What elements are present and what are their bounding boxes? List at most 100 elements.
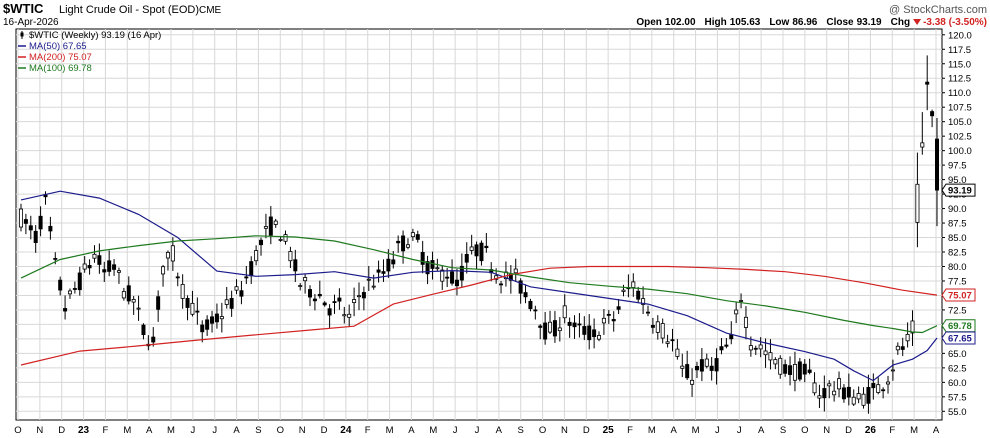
candle-body-down xyxy=(582,326,587,335)
candle-body-down xyxy=(567,321,572,326)
candle-body-down xyxy=(175,276,180,279)
candle-body-up xyxy=(812,382,817,394)
candle-body-up xyxy=(273,220,278,225)
candle-body-up xyxy=(631,281,636,288)
chart-frame: $WTIC Light Crude Oil - Spot (EOD) CME 16-A… xyxy=(0,0,990,438)
y-tick-label: 62.5 xyxy=(948,363,967,374)
candle-body-up xyxy=(288,251,293,262)
candle-body-up xyxy=(67,290,72,295)
x-tick-label: D xyxy=(321,425,328,436)
candle-body-up xyxy=(856,393,861,400)
candle-body-down xyxy=(420,252,425,265)
y-tick-label: 77.5 xyxy=(948,276,967,287)
candle-body-up xyxy=(817,395,822,399)
x-tick-label: F xyxy=(889,425,895,436)
candle-body-down xyxy=(430,260,435,269)
candle-body-down xyxy=(126,285,131,302)
y-tick-label: 85.0 xyxy=(948,233,967,244)
candle-body-up xyxy=(170,245,175,262)
candle-body-down xyxy=(97,255,102,265)
y-tick-label: 105.0 xyxy=(948,117,972,128)
candle-body-up xyxy=(920,142,925,148)
x-tick-label: A xyxy=(758,425,765,436)
candle-body-down xyxy=(327,308,332,316)
x-tick-label: A xyxy=(408,425,415,436)
candle-body-up xyxy=(513,268,518,274)
candle-body-up xyxy=(405,244,410,248)
y-tick-label: 90.0 xyxy=(948,204,967,215)
candle-body-up xyxy=(773,359,778,365)
x-tick-label: A xyxy=(933,425,940,436)
candle-body-down xyxy=(112,264,117,270)
candle-body-down xyxy=(200,324,205,333)
x-tick-label: J xyxy=(475,425,480,436)
candle-body-down xyxy=(925,81,930,85)
x-tick-label: M xyxy=(386,425,394,436)
candle-body-down xyxy=(268,216,273,236)
candle-body-up xyxy=(440,269,445,282)
candle-body-down xyxy=(729,334,734,340)
x-tick-label: O xyxy=(14,425,21,436)
ohlc-close-value: 93.19 xyxy=(857,17,882,28)
legend-candle-body xyxy=(20,32,24,37)
candle-body-up xyxy=(758,344,763,350)
candle-body-down xyxy=(479,242,484,262)
candle-body-up xyxy=(597,335,602,340)
candle-body-down xyxy=(788,365,793,375)
x-tick-label: S xyxy=(518,425,524,436)
y-tick-label: 117.5 xyxy=(948,45,971,56)
candle-body-down xyxy=(401,235,406,252)
candle-body-up xyxy=(410,232,415,238)
candle-body-down xyxy=(753,347,758,350)
y-tick-label: 107.5 xyxy=(948,103,972,114)
candle-body-down xyxy=(396,240,401,244)
candle-body-up xyxy=(768,352,773,361)
candle-body-down xyxy=(58,279,63,291)
y-tick-label: 72.5 xyxy=(948,305,967,316)
y-tick-label: 102.5 xyxy=(948,132,972,143)
candle-body-up xyxy=(680,365,685,369)
candle-body-up xyxy=(763,350,768,356)
chg-down-icon xyxy=(913,19,922,25)
price-tag-label: 69.78 xyxy=(948,321,972,332)
ohlc-low-value: 86.96 xyxy=(792,17,817,28)
candle-body-down xyxy=(386,258,391,272)
candle-body-up xyxy=(675,348,680,357)
candle-body-up xyxy=(136,307,141,310)
x-tick-label: N xyxy=(36,425,43,436)
candle-body-up xyxy=(557,327,562,332)
candle-body-up xyxy=(161,266,166,275)
y-tick-label: 112.5 xyxy=(948,74,971,85)
candle-body-down xyxy=(866,387,871,404)
candle-body-up xyxy=(748,345,753,351)
candle-body-down xyxy=(930,111,935,117)
candle-body-down xyxy=(616,306,621,310)
candle-body-down xyxy=(249,261,254,277)
ohlc-open-label: Open xyxy=(636,17,662,28)
candle-body-down xyxy=(185,297,190,308)
candle-body-up xyxy=(254,250,259,262)
candle-body-up xyxy=(562,305,567,319)
x-tick-label: O xyxy=(801,425,808,436)
price-tag: 69.78 xyxy=(941,319,976,333)
candle-body-up xyxy=(704,358,709,367)
candle-body-up xyxy=(283,234,288,242)
candle-body-down xyxy=(63,308,68,312)
candle-body-down xyxy=(214,313,219,323)
candle-body-up xyxy=(121,291,126,299)
candle-body-up xyxy=(18,208,23,228)
price-tag: 67.65 xyxy=(941,331,976,345)
x-tick-label: M xyxy=(167,425,175,436)
candle-body-down xyxy=(107,260,112,272)
price-chart[interactable]: $WTIC Light Crude Oil - Spot (EOD) CME 16-A… xyxy=(0,0,990,438)
x-tick-label: M xyxy=(648,425,656,436)
x-tick-label: S xyxy=(780,425,786,436)
candle-body-up xyxy=(905,333,910,342)
ohlc-high-label: High xyxy=(705,17,727,28)
y-tick-label: 100.0 xyxy=(948,146,972,157)
candle-body-down xyxy=(361,292,366,299)
candle-body-down xyxy=(332,301,337,304)
y-tick-label: 115.0 xyxy=(948,59,971,70)
legend-entry: MA(100) 69.78 xyxy=(29,63,92,74)
candle-body-down xyxy=(464,253,469,263)
